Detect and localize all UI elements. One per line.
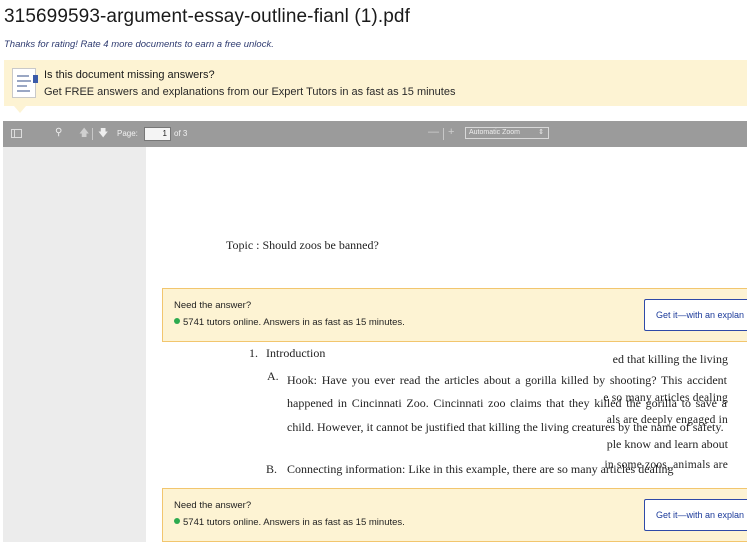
online-dot-icon [174, 518, 180, 524]
intro-heading: Introduction [266, 346, 326, 360]
item-b-label: B. [266, 462, 278, 476]
tutors-online-text: 5741 tutors online. Answers in as fast a… [183, 317, 405, 328]
viewer-sidebar [3, 147, 145, 542]
item-a-text: Hook: Have you ever read the articles ab… [287, 373, 727, 434]
item-b-text: Connecting information: Like in this exa… [287, 462, 674, 476]
item-a-label: A. [267, 369, 279, 383]
rating-note: Thanks for rating! Rate 4 more documents… [4, 39, 274, 50]
tutors-online-status: 5741 tutors online. Answers in as fast a… [174, 517, 405, 528]
online-dot-icon [174, 318, 180, 324]
toolbar-divider [443, 128, 444, 140]
document-icon [12, 68, 38, 98]
tutors-online-text: 5741 tutors online. Answers in as fast a… [183, 517, 405, 528]
page-count: of 3 [174, 129, 188, 138]
tutors-online-status: 5741 tutors online. Answers in as fast a… [174, 317, 405, 328]
sidebar-toggle-icon[interactable] [11, 129, 22, 138]
chevron-updown-icon: ⇕ [538, 129, 544, 136]
viewer-toolbar: ⚲ 🡅 🡇 Page: 1 of 3 — + Automatic Zoom ⇕ [3, 121, 747, 147]
page-label: Page: [117, 129, 138, 138]
search-icon[interactable]: ⚲ [55, 127, 62, 138]
zoom-select[interactable]: Automatic Zoom ⇕ [465, 127, 549, 139]
card-question: Need the answer? [174, 300, 252, 311]
pdf-page: Topic : Should zoos be banned? ed that k… [146, 147, 747, 542]
arrow-up-icon[interactable]: 🡅 [79, 126, 89, 143]
get-answer-button[interactable]: Get it—with an explan [644, 499, 747, 531]
card-question: Need the answer? [174, 500, 252, 511]
banner-pointer [14, 106, 26, 113]
get-answer-button[interactable]: Get it—with an explan [644, 299, 747, 331]
intro-number: 1. [249, 346, 258, 360]
ghost-text-line: ed that killing the living [612, 352, 728, 366]
missing-answers-subtitle: Get FREE answers and explanations from o… [44, 86, 456, 98]
document-title: 315699593-argument-essay-outline-fianl (… [4, 6, 410, 27]
zoom-select-value: Automatic Zoom [469, 129, 520, 136]
toolbar-divider [92, 128, 93, 140]
ghost-text-line: ple know and learn about [606, 437, 728, 451]
topic-line: Topic : Should zoos be banned? [226, 238, 379, 252]
zoom-out-icon[interactable]: — [428, 126, 439, 138]
missing-answers-title: Is this document missing answers? [44, 69, 215, 81]
need-answer-card: Need the answer? 5741 tutors online. Ans… [162, 488, 747, 542]
page-number-input[interactable]: 1 [144, 127, 171, 141]
zoom-in-icon[interactable]: + [448, 126, 454, 138]
need-answer-card: Need the answer? 5741 tutors online. Ans… [162, 288, 747, 342]
arrow-down-icon[interactable]: 🡇 [98, 126, 108, 143]
missing-answers-banner[interactable]: Is this document missing answers? Get FR… [4, 60, 747, 106]
